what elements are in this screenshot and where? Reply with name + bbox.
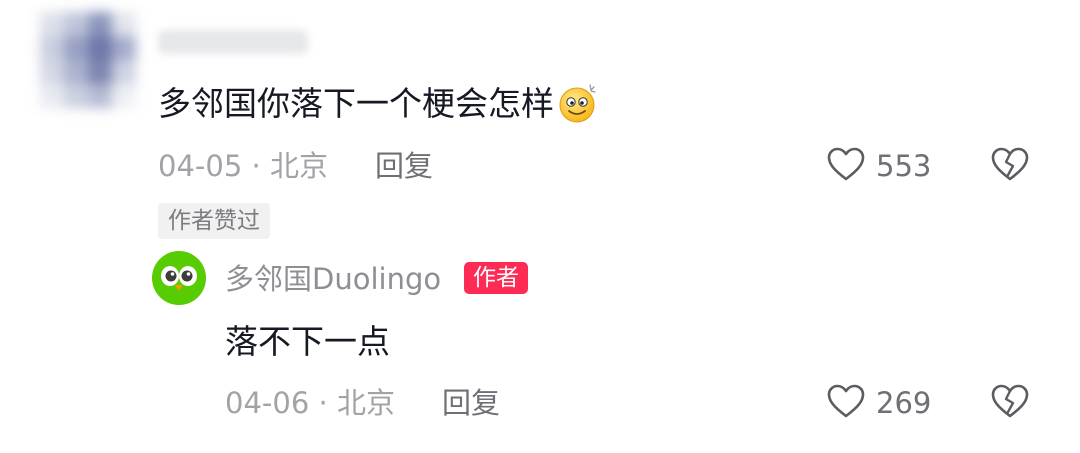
comment-text: 多邻国你落下一个梗会怎样 — [158, 83, 600, 124]
heart-outline-icon[interactable] — [826, 145, 866, 185]
reply-location: 北京 — [336, 386, 395, 420]
reply-username[interactable]: 多邻国Duolingo — [225, 261, 441, 297]
author-badge: 作者 — [464, 262, 528, 294]
heart-outline-icon[interactable] — [826, 382, 866, 422]
reply-meta: 04-06 · 北京 — [225, 385, 395, 421]
reply-button[interactable]: 回复 — [375, 148, 433, 184]
reply-text: 落不下一点 — [225, 322, 390, 361]
commenter-avatar[interactable] — [40, 12, 136, 108]
duolingo-owl-avatar[interactable] — [152, 251, 206, 305]
reply-like-count: 269 — [876, 386, 932, 420]
broken-heart-icon[interactable] — [990, 382, 1030, 422]
commenter-name-redacted[interactable] — [158, 30, 308, 54]
comment-date: 04-05 — [158, 149, 243, 183]
clown-smile-emoji-icon — [559, 83, 596, 122]
comment-meta: 04-05 · 北京 — [158, 148, 328, 184]
comment-like-count: 553 — [876, 149, 932, 183]
meta-separator: · — [251, 149, 261, 183]
author-liked-badge: 作者赞过 — [158, 203, 270, 239]
comment-location: 北京 — [269, 149, 328, 183]
reply-reply-button[interactable]: 回复 — [442, 385, 500, 421]
meta-separator: · — [318, 386, 328, 420]
broken-heart-icon[interactable] — [990, 145, 1030, 185]
reply-date: 04-06 — [225, 386, 310, 420]
comment-body: 多邻国你落下一个梗会怎样 — [158, 84, 554, 123]
